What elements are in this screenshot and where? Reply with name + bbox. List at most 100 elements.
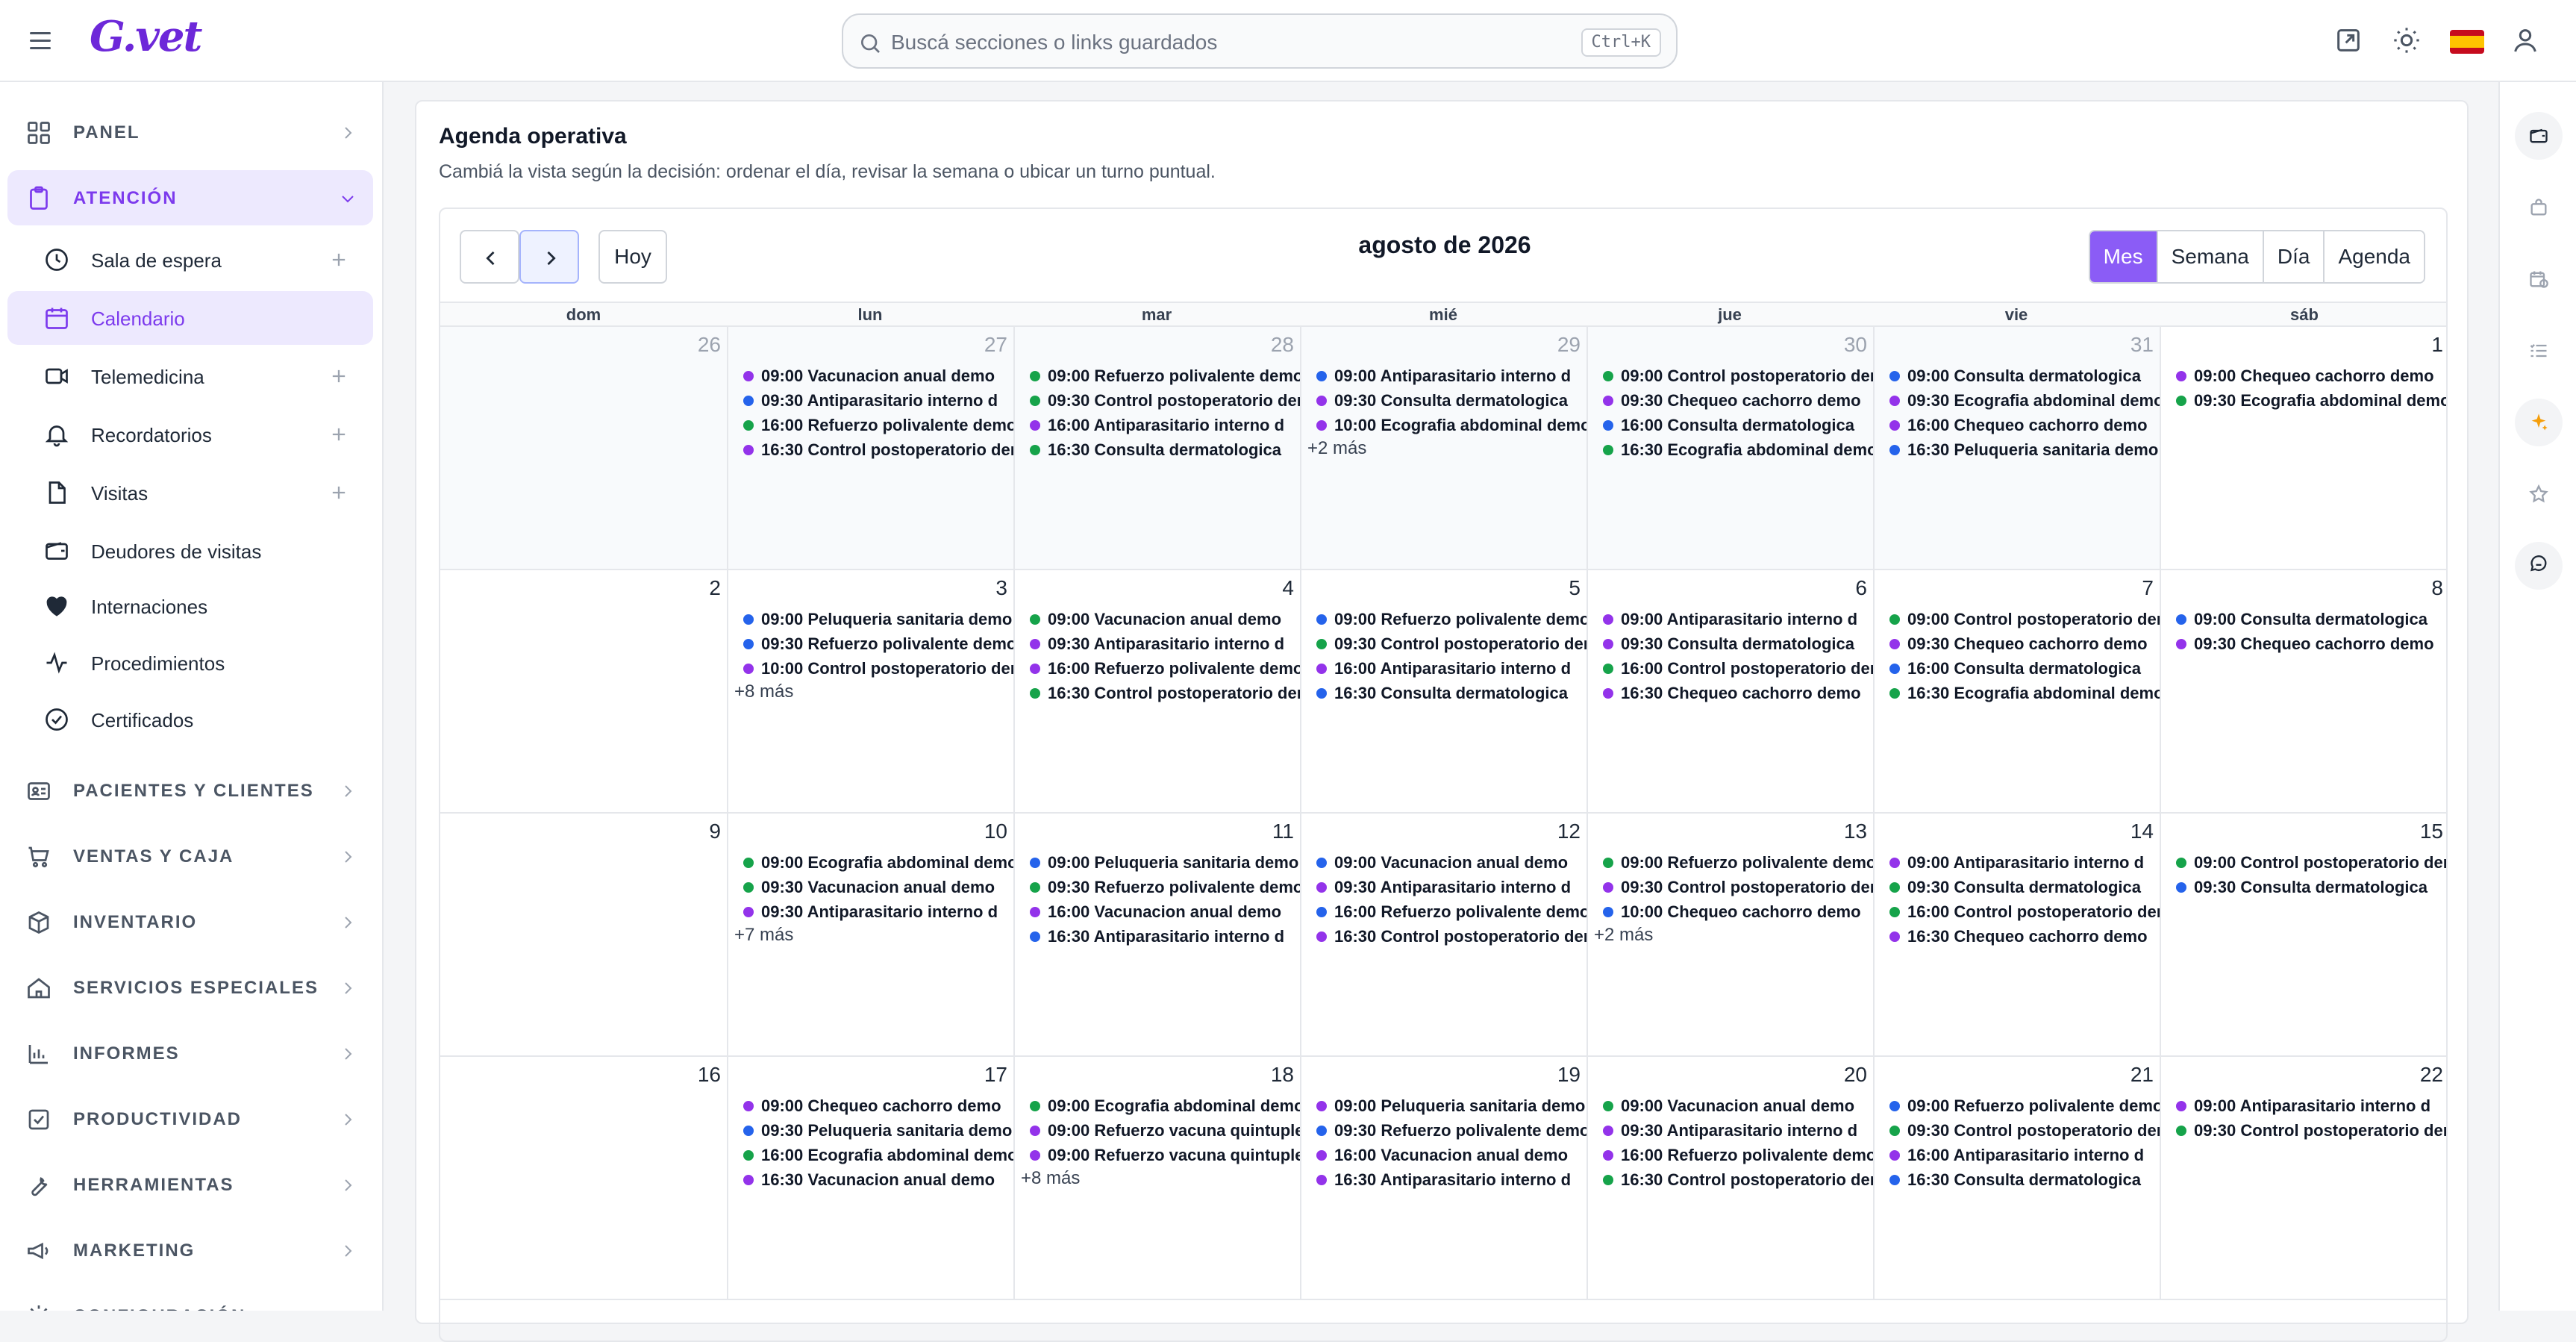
- sidebar-section-pacientes-y-clientes[interactable]: PACIENTES Y CLIENTES: [7, 763, 373, 818]
- list-shortcut[interactable]: [2515, 327, 2563, 375]
- day-cell[interactable]: 6 09:00 Antiparasitario interno d 09:30 Co…: [1586, 570, 1873, 812]
- calendar-event[interactable]: 16:30 Consulta dermatologica: [1030, 438, 1281, 462]
- calendar-event[interactable]: 10:00 Ecografia abdominal demo: [1316, 413, 1586, 437]
- calendar-event[interactable]: 09:30 Consulta dermatologica: [1889, 876, 2141, 899]
- sidebar-section-servicios-especiales[interactable]: SERVICIOS ESPECIALES: [7, 960, 373, 1015]
- calendar-event[interactable]: 09:00 Chequeo cachorro demo: [743, 1094, 1001, 1118]
- day-cell[interactable]: 7 09:00 Control postoperatorio demo 09:30 …: [1873, 570, 2160, 812]
- calendar-event[interactable]: 16:30 Ecografia abdominal demo: [1603, 438, 1873, 462]
- calendar-event[interactable]: 09:00 Antiparasitario interno d: [1889, 851, 2144, 875]
- calendar-event[interactable]: 16:30 Consulta dermatologica: [1889, 1168, 2141, 1192]
- calendar-event[interactable]: 09:00 Vacunacion anual demo: [743, 364, 995, 388]
- calendar-event[interactable]: 16:30 Peluqueria sanitaria demo: [1889, 438, 2158, 462]
- day-number[interactable]: 30: [1844, 333, 1867, 357]
- calendar-event[interactable]: 09:00 Control postoperatorio demo: [1603, 364, 1873, 388]
- calendar-event[interactable]: 16:00 Chequeo cachorro demo: [1889, 413, 2148, 437]
- more-events-link[interactable]: +7 más: [734, 925, 793, 946]
- view-mes-button[interactable]: Mes: [2089, 231, 2157, 282]
- calendar-event[interactable]: 09:30 Antiparasitario interno d: [1030, 632, 1284, 656]
- more-events-link[interactable]: +2 más: [1307, 438, 1366, 459]
- calendar-event[interactable]: 16:30 Vacunacion anual demo: [743, 1168, 995, 1192]
- sidebar-item-sala-de-espera[interactable]: Sala de espera: [7, 233, 373, 287]
- app-logo[interactable]: G.vet: [90, 12, 202, 61]
- sidebar-item-certificados[interactable]: Certificados: [7, 693, 373, 746]
- calendar-event[interactable]: 09:00 Ecografia abdominal demo: [1030, 1094, 1300, 1118]
- calendar-event[interactable]: 16:30 Chequeo cachorro demo: [1603, 681, 1861, 705]
- calendar-event[interactable]: 16:30 Control postoperatorio demo: [1603, 1168, 1873, 1192]
- calendar-event[interactable]: 10:00 Chequeo cachorro demo: [1603, 900, 1861, 924]
- day-cell[interactable]: 29 09:00 Antiparasitario interno d 09:30 C…: [1300, 327, 1586, 569]
- calendar-event[interactable]: 09:30 Antiparasitario interno d: [743, 389, 998, 413]
- calendar-event[interactable]: 16:30 Chequeo cachorro demo: [1889, 925, 2148, 949]
- day-cell[interactable]: 1 09:00 Chequeo cachorro demo 09:30 Ecogra…: [2160, 327, 2446, 569]
- day-number[interactable]: 27: [984, 333, 1007, 357]
- calendar-event[interactable]: 09:30 Control postoperatorio demo: [1889, 1119, 2160, 1143]
- menu-icon[interactable]: [30, 25, 60, 55]
- day-cell[interactable]: 21 09:00 Refuerzo polivalente demo 09:30 C…: [1873, 1057, 2160, 1299]
- calendar-event[interactable]: 09:00 Vacunacion anual demo: [1030, 608, 1281, 631]
- day-number[interactable]: 15: [2420, 820, 2443, 843]
- day-number[interactable]: 6: [1855, 576, 1867, 600]
- sidebar-section-marketing[interactable]: MARKETING: [7, 1223, 373, 1278]
- day-cell[interactable]: 5 09:00 Refuerzo polivalente demo 09:30 Co…: [1300, 570, 1586, 812]
- day-number[interactable]: 20: [1844, 1063, 1867, 1087]
- sidebar-section-productividad[interactable]: PRODUCTIVIDAD: [7, 1091, 373, 1146]
- calendar-event[interactable]: 09:30 Vacunacion anual demo: [743, 876, 995, 899]
- calendar-event[interactable]: 16:00 Control postoperatorio demo: [1603, 657, 1873, 681]
- calendar-event[interactable]: 09:00 Consulta dermatologica: [2176, 608, 2427, 631]
- day-cell[interactable]: 12 09:00 Vacunacion anual demo 09:30 Antip…: [1300, 814, 1586, 1055]
- calendar-event[interactable]: 16:30 Ecografia abdominal demo: [1889, 681, 2160, 705]
- external-link-icon[interactable]: [2333, 25, 2363, 55]
- add-icon[interactable]: [328, 366, 349, 387]
- ai-shortcut[interactable]: [2515, 399, 2563, 446]
- view-dia-button[interactable]: Día: [2262, 231, 2324, 282]
- day-number[interactable]: 2: [709, 576, 721, 600]
- sidebar-section-informes[interactable]: INFORMES: [7, 1026, 373, 1081]
- calendar-event[interactable]: 09:00 Refuerzo vacuna quintuple: [1030, 1119, 1300, 1143]
- calendar-event[interactable]: 10:00 Control postoperatorio demo: [743, 657, 1013, 681]
- wallet-shortcut[interactable]: [2515, 112, 2563, 160]
- day-number[interactable]: 19: [1557, 1063, 1581, 1087]
- calendar-event[interactable]: 09:30 Control postoperatorio demo: [1030, 389, 1300, 413]
- calendar-event[interactable]: 09:00 Refuerzo polivalente demo: [1316, 608, 1586, 631]
- calendar-event[interactable]: 16:00 Consulta dermatologica: [1603, 413, 1854, 437]
- calendar-event[interactable]: 16:00 Refuerzo polivalente demo: [1030, 657, 1300, 681]
- calendar-event[interactable]: 16:30 Control postoperatorio demo: [1316, 925, 1586, 949]
- day-cell[interactable]: 27 09:00 Vacunacion anual demo 09:30 Antip…: [727, 327, 1013, 569]
- calendar-event[interactable]: 09:30 Ecografia abdominal demo: [1889, 389, 2160, 413]
- calendar-event[interactable]: 16:00 Ecografia abdominal demo: [743, 1143, 1013, 1167]
- day-number[interactable]: 14: [2130, 820, 2154, 843]
- calendar-event[interactable]: 09:00 Refuerzo polivalente demo: [1603, 851, 1873, 875]
- calendar-event[interactable]: 09:30 Control postoperatorio demo: [1603, 876, 1873, 899]
- view-semana-button[interactable]: Semana: [2156, 231, 2263, 282]
- day-cell[interactable]: 14 09:00 Antiparasitario interno d 09:30 C…: [1873, 814, 2160, 1055]
- calendar-event[interactable]: 09:00 Peluqueria sanitaria demo: [1316, 1094, 1585, 1118]
- calendar-event[interactable]: 09:00 Control postoperatorio demo: [2176, 851, 2446, 875]
- sidebar-section-panel[interactable]: PANEL: [7, 104, 373, 160]
- calendar-event[interactable]: 09:30 Peluqueria sanitaria demo: [743, 1119, 1012, 1143]
- calendar-event[interactable]: 09:00 Chequeo cachorro demo: [2176, 364, 2434, 388]
- day-number[interactable]: 3: [995, 576, 1007, 600]
- calendar-event[interactable]: 16:00 Control postoperatorio demo: [1889, 900, 2160, 924]
- calendar-event[interactable]: 16:30 Consulta dermatologica: [1316, 681, 1568, 705]
- day-number[interactable]: 18: [1271, 1063, 1294, 1087]
- calendar-event[interactable]: 09:30 Antiparasitario interno d: [1603, 1119, 1857, 1143]
- calendar-event[interactable]: 09:30 Consulta dermatologica: [2176, 876, 2427, 899]
- view-agenda-button[interactable]: Agenda: [2323, 231, 2424, 282]
- calendar-event[interactable]: 09:30 Consulta dermatologica: [1316, 389, 1568, 413]
- day-cell[interactable]: 22 09:00 Antiparasitario interno d 09:30 C…: [2160, 1057, 2446, 1299]
- day-cell[interactable]: 16: [440, 1057, 727, 1299]
- calendar-event[interactable]: 16:30 Antiparasitario interno d: [1316, 1168, 1571, 1192]
- sidebar-item-calendario[interactable]: Calendario: [7, 291, 373, 345]
- calendar-event[interactable]: 09:30 Refuerzo polivalente demo: [1316, 1119, 1586, 1143]
- day-number[interactable]: 28: [1271, 333, 1294, 357]
- sidebar-item-telemedicina[interactable]: Telemedicina: [7, 349, 373, 403]
- day-cell[interactable]: 11 09:00 Peluqueria sanitaria demo 09:30 R…: [1013, 814, 1300, 1055]
- calendar-event[interactable]: 09:30 Antiparasitario interno d: [1316, 876, 1571, 899]
- day-number[interactable]: 12: [1557, 820, 1581, 843]
- day-number[interactable]: 17: [984, 1063, 1007, 1087]
- sidebar-item-internaciones[interactable]: Internaciones: [7, 579, 373, 633]
- calendar-event[interactable]: 09:00 Consulta dermatologica: [1889, 364, 2141, 388]
- sidebar-item-recordatorios[interactable]: Recordatorios: [7, 408, 373, 461]
- calendar-event[interactable]: 09:00 Peluqueria sanitaria demo: [1030, 851, 1298, 875]
